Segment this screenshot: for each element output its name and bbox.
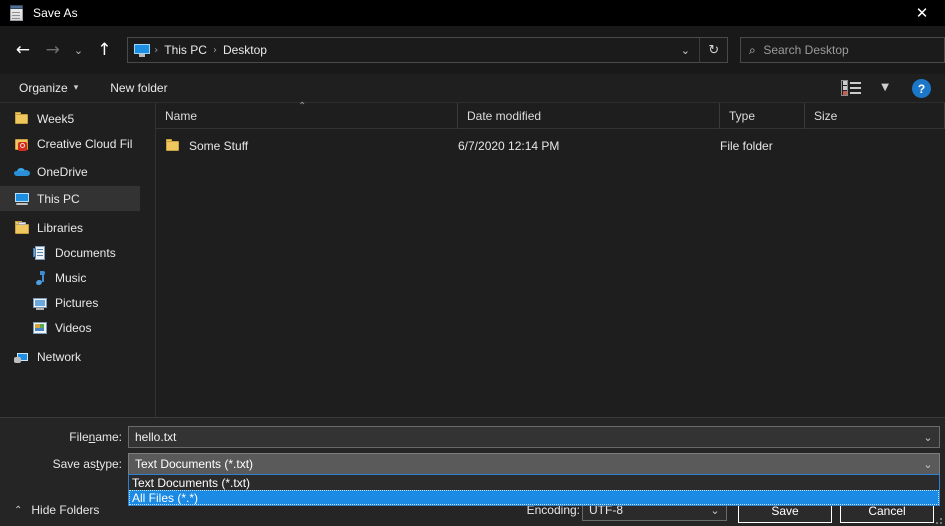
column-header-size[interactable]: Size <box>805 103 945 129</box>
address-bar[interactable]: › This PC › Desktop ⌄ ↻ <box>127 37 729 63</box>
folder-icon <box>165 138 181 154</box>
save-as-type-combobox[interactable]: Text Documents (*.txt) ⌄ <box>128 453 940 475</box>
file-list-pane: Name ⌃ Date modified Type Size Some Stuf… <box>156 101 945 417</box>
pictures-icon <box>32 295 48 311</box>
up-button[interactable]: ↑ <box>89 35 119 65</box>
sidebar-item-label: Pictures <box>55 295 99 310</box>
navigation-pane: Week5 Creative Cloud Fil OneDrive This P… <box>0 103 140 417</box>
libraries-folder-icon <box>14 220 30 236</box>
help-button[interactable]: ? <box>912 79 931 98</box>
window-title: Save As <box>33 6 78 20</box>
organize-label: Organize <box>19 81 68 95</box>
column-label: Type <box>729 109 756 123</box>
sidebar-item-pictures[interactable]: Pictures <box>0 290 140 315</box>
address-dropdown-icon[interactable]: ⌄ <box>673 38 697 62</box>
recent-locations-button[interactable]: ⌄ <box>68 35 90 65</box>
onedrive-cloud-icon <box>14 164 30 180</box>
sidebar-item-libraries[interactable]: Libraries <box>0 215 140 240</box>
sidebar-item-week5[interactable]: Week5 <box>0 106 140 131</box>
this-pc-icon <box>14 191 30 207</box>
breadcrumb-desktop[interactable]: Desktop <box>219 38 271 62</box>
sidebar-item-creative-cloud-files[interactable]: Creative Cloud Fil <box>0 131 140 156</box>
table-row[interactable]: Some Stuff 6/7/2020 12:14 PM File folder <box>156 132 945 160</box>
documents-icon <box>32 245 48 261</box>
sidebar-item-this-pc[interactable]: This PC <box>0 186 140 211</box>
sort-ascending-icon: ⌃ <box>298 101 307 112</box>
sidebar-item-label: Week5 <box>37 111 75 126</box>
command-bar: Organize ▾ New folder ▼ ? <box>0 74 945 103</box>
organize-button[interactable]: Organize ▾ <box>14 76 83 100</box>
sidebar-item-label: Creative Cloud Fil <box>37 136 133 151</box>
dialog-body: Week5 Creative Cloud Fil OneDrive This P… <box>0 101 945 417</box>
dropdown-option-all-files[interactable]: All Files (*.*) <box>129 490 939 505</box>
sidebar-item-onedrive[interactable]: OneDrive <box>0 159 140 184</box>
forward-button[interactable]: → <box>38 35 68 65</box>
back-button[interactable]: ← <box>8 35 38 65</box>
search-icon: ⌕ <box>748 42 756 57</box>
save-as-type-value: Text Documents (*.txt) <box>135 457 254 471</box>
sidebar-item-label: OneDrive <box>37 164 88 179</box>
close-icon[interactable]: ✕ <box>899 0 945 26</box>
sidebar-item-network[interactable]: Network <box>0 344 140 369</box>
column-label: Size <box>814 109 838 123</box>
chevron-up-icon: ⌃ <box>14 504 23 516</box>
sidebar-item-label: This PC <box>37 191 80 206</box>
column-label: Name <box>165 109 198 123</box>
column-header-date-modified[interactable]: Date modified <box>458 103 720 129</box>
sidebar-item-label: Videos <box>55 320 92 335</box>
file-name-label: Some Stuff <box>189 139 249 153</box>
sidebar-item-label: Libraries <box>37 220 84 235</box>
view-layout-icon[interactable] <box>841 80 867 96</box>
folder-icon <box>14 111 30 127</box>
cell-size <box>805 132 945 160</box>
sidebar-item-label: Music <box>55 270 87 285</box>
network-icon <box>14 349 30 365</box>
breadcrumb-separator: › <box>154 44 159 56</box>
hide-folders-button[interactable]: ⌃ Hide Folders <box>14 500 99 520</box>
column-header-name[interactable]: Name ⌃ <box>156 101 458 129</box>
breadcrumb-separator: › <box>212 44 217 56</box>
column-header-type[interactable]: Type <box>720 103 805 129</box>
save-as-type-dropdown-list[interactable]: Text Documents (*.txt) All Files (*.*) <box>128 474 940 506</box>
title-bar: Save As ✕ <box>0 0 945 26</box>
column-label: Date modified <box>467 109 542 123</box>
file-name-input[interactable]: hello.txt ⌄ <box>128 426 940 448</box>
cell-type: File folder <box>720 139 773 153</box>
save-as-dialog: Save As ✕ ← → ⌄ ↑ › This PC › Desktop ⌄ … <box>0 0 945 526</box>
cell-name: Some Stuff <box>165 132 458 160</box>
sidebar-item-videos[interactable]: Videos <box>0 315 140 340</box>
creative-cloud-icon <box>14 136 30 152</box>
new-folder-button[interactable]: New folder <box>105 76 172 100</box>
search-box[interactable]: ⌕ <box>740 37 945 63</box>
chevron-down-icon[interactable]: ⌄ <box>917 431 939 444</box>
sidebar-item-label: Documents <box>55 245 116 260</box>
save-as-type-label: Save as t ype: <box>52 457 122 471</box>
resize-grip[interactable] <box>932 514 942 524</box>
videos-icon <box>32 320 48 336</box>
cell-date-modified: 6/7/2020 12:14 PM <box>458 139 560 153</box>
sidebar-item-label: Network <box>37 349 82 364</box>
file-name-value[interactable]: hello.txt <box>129 430 917 444</box>
view-dropdown-icon[interactable]: ▼ <box>881 82 889 93</box>
sidebar-item-documents[interactable]: Documents <box>0 240 140 265</box>
music-icon <box>32 270 48 286</box>
sidebar-item-music[interactable]: Music <box>0 265 140 290</box>
column-header-row: Name ⌃ Date modified Type Size <box>156 101 945 129</box>
chevron-down-icon: ▾ <box>73 83 79 93</box>
notepad-icon <box>9 5 25 21</box>
search-input[interactable] <box>763 43 944 57</box>
breadcrumb-this-pc[interactable]: This PC <box>160 38 211 62</box>
file-name-label: File n ame: <box>69 430 122 444</box>
hide-folders-label: Hide Folders <box>31 503 100 517</box>
navigation-bar: ← → ⌄ ↑ › This PC › Desktop ⌄ ↻ ⌕ <box>0 26 945 74</box>
this-pc-icon <box>134 43 151 57</box>
chevron-down-icon[interactable]: ⌄ <box>917 458 939 471</box>
refresh-icon[interactable]: ↻ <box>699 38 727 62</box>
dropdown-option-text-documents[interactable]: Text Documents (*.txt) <box>129 475 939 490</box>
